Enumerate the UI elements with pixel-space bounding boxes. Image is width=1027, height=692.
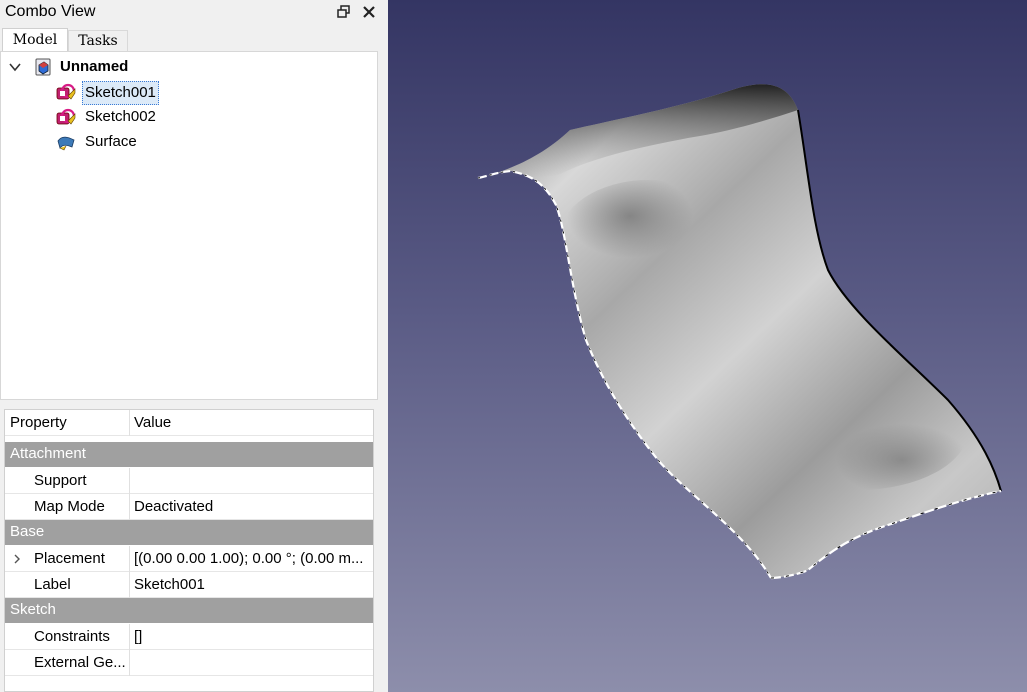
property-value[interactable]: [] <box>134 628 142 645</box>
property-group-sketch[interactable]: Sketch <box>5 598 373 624</box>
property-name: Support <box>34 472 87 489</box>
column-divider <box>129 468 130 494</box>
combo-view-title: Combo View <box>5 3 96 20</box>
property-name: Label <box>34 576 71 593</box>
property-row-constraints[interactable]: Constraints [] <box>5 624 373 650</box>
chevron-right-icon[interactable] <box>13 554 21 564</box>
property-value[interactable]: [(0.00 0.00 1.00); 0.00 °; (0.00 m... <box>134 550 363 567</box>
tab-tasks[interactable]: Tasks <box>68 30 128 51</box>
sketch-icon <box>56 83 76 100</box>
combo-view-panel: Combo View Model Tasks Unnamed Sketch001… <box>0 0 385 692</box>
tab-model-label: Model <box>12 32 58 48</box>
property-name: Map Mode <box>34 498 105 515</box>
surface-dent <box>558 180 738 300</box>
property-row-support[interactable]: Support <box>5 468 373 494</box>
column-divider <box>129 650 130 676</box>
tree-item-label: Surface <box>85 133 137 150</box>
close-icon <box>363 6 375 18</box>
tree-item-sketch001[interactable]: Sketch001 <box>1 81 377 105</box>
float-panel-button[interactable] <box>336 4 352 20</box>
3d-viewport[interactable] <box>388 0 1027 692</box>
property-row-external-geometry[interactable]: External Ge... <box>5 650 373 676</box>
sketch-icon <box>56 108 76 125</box>
property-name: External Ge... <box>34 654 126 671</box>
property-column-header: Property <box>10 414 67 431</box>
surface-icon <box>57 136 75 151</box>
tree-item-surface[interactable]: Surface <box>1 131 377 153</box>
close-panel-button[interactable] <box>361 4 377 20</box>
property-value[interactable]: Deactivated <box>134 498 213 515</box>
property-row-label[interactable]: Label Sketch001 <box>5 572 373 598</box>
tab-model[interactable]: Model <box>2 28 68 52</box>
group-label: Base <box>10 523 45 540</box>
value-column-header: Value <box>134 414 172 431</box>
property-row-placement[interactable]: Placement [(0.00 0.00 1.00); 0.00 °; (0.… <box>5 546 373 572</box>
column-divider <box>129 546 130 572</box>
combo-view-titlebar: Combo View <box>0 0 385 26</box>
property-name: Placement <box>34 550 105 567</box>
restore-window-icon <box>337 5 350 18</box>
tree-item-label: Sketch002 <box>85 108 156 125</box>
group-label: Attachment <box>10 445 86 462</box>
property-editor: Property Value Attachment Support Map Mo… <box>4 409 374 692</box>
chevron-down-icon[interactable] <box>9 62 21 72</box>
column-divider <box>129 572 130 598</box>
column-divider <box>129 624 130 650</box>
tree-root-label: Unnamed <box>60 58 129 75</box>
tree-item-label: Sketch001 <box>82 81 159 105</box>
property-header-row: Property Value <box>5 410 373 436</box>
property-row-map-mode[interactable]: Map Mode Deactivated <box>5 494 373 520</box>
property-group-attachment[interactable]: Attachment <box>5 442 373 468</box>
tab-tasks-label: Tasks <box>78 33 118 49</box>
property-name: Constraints <box>34 628 110 645</box>
property-group-base[interactable]: Base <box>5 520 373 546</box>
model-tree: Unnamed Sketch001 Sketch002 Surface <box>0 51 378 400</box>
column-divider[interactable] <box>129 410 130 436</box>
property-value[interactable]: Sketch001 <box>134 576 205 593</box>
combo-view-tabs: Model Tasks <box>0 28 385 52</box>
panel-splitter[interactable] <box>379 51 385 692</box>
surface-model[interactable] <box>388 0 1027 692</box>
group-label: Sketch <box>10 601 56 618</box>
tree-item-sketch002[interactable]: Sketch002 <box>1 106 377 128</box>
column-divider <box>129 494 130 520</box>
tree-item-unnamed[interactable]: Unnamed <box>1 56 377 78</box>
document-icon <box>35 58 51 76</box>
